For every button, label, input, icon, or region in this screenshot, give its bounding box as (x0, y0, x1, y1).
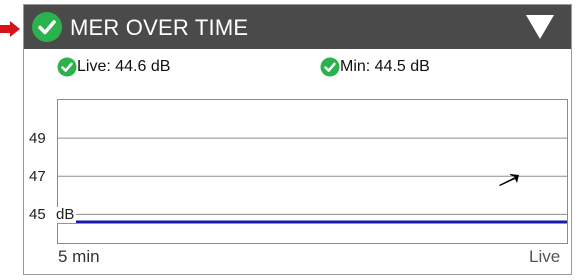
check-circle-icon (32, 12, 62, 42)
red-pointer-arrow-icon (0, 21, 20, 37)
x-axis-end-label: Live (529, 247, 561, 266)
screen: MER OVER TIME Live: 44.6 dB Min: 44.5 dB… (0, 0, 578, 280)
y-tick-label: 45 (29, 206, 46, 224)
mer-plot-area: 49 47 45 dB (29, 99, 568, 244)
widget-title: MER OVER TIME (70, 15, 249, 40)
check-circle-icon (320, 57, 340, 77)
widget-header: MER OVER TIME (24, 5, 571, 49)
mer-over-time-widget: MER OVER TIME Live: 44.6 dB Min: 44.5 dB… (23, 4, 572, 275)
y-axis-unit-label: dB (54, 206, 77, 224)
triangle-down-icon[interactable] (524, 13, 556, 41)
x-axis-start-label: 5 min (58, 247, 100, 266)
check-circle-icon (57, 57, 77, 77)
min-stat: Min: 44.5 dB (320, 56, 430, 78)
live-value-label: Live: 44.6 dB (77, 58, 171, 75)
y-tick-label: 47 (29, 168, 46, 186)
mer-chart-svg (58, 137, 567, 224)
y-tick-label: 49 (29, 130, 46, 148)
live-stat: Live: 44.6 dB (57, 56, 170, 78)
min-value-label: Min: 44.5 dB (340, 58, 430, 75)
